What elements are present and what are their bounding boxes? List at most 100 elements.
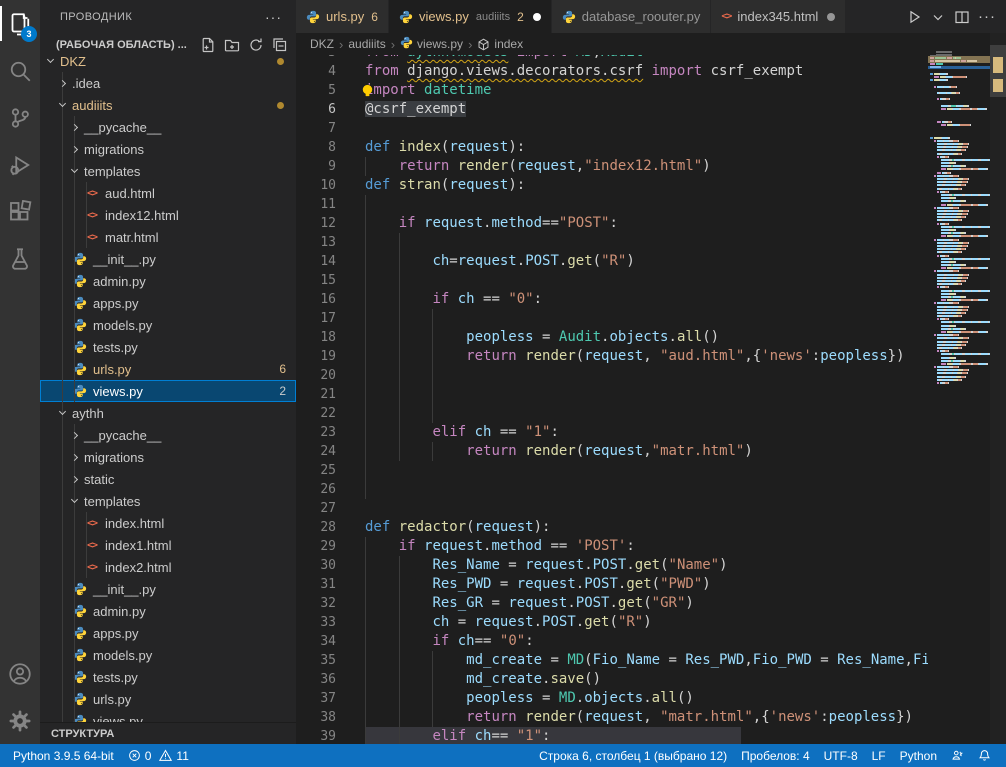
code-line-38[interactable]: 38 return render(request, "matr.html",{'… [296,708,928,727]
lightbulb-icon[interactable] [360,83,375,98]
testing-icon[interactable] [0,235,40,282]
eol-status[interactable]: LF [865,744,893,767]
run-python-file-icon[interactable] [904,7,924,27]
settings-icon[interactable] [0,697,40,744]
notifications-bell-icon[interactable] [971,744,998,767]
outline-section-header[interactable]: СТРУКТУРА [40,722,296,744]
tree-folder--pycache-[interactable]: __pycache__ [40,116,296,138]
code-line-12[interactable]: 12 if request.method=="POST": [296,214,928,233]
tree-folder-dkz[interactable]: DKZ [40,56,296,72]
tree-folder-aythh[interactable]: aythh [40,402,296,424]
code-line-17[interactable]: 17 [296,309,928,328]
code-line-13[interactable]: 13 [296,233,928,252]
tree-file-index-html[interactable]: <>index.html [40,512,296,534]
tree-file-apps-py[interactable]: apps.py [40,622,296,644]
explorer-icon[interactable]: 3 [0,0,40,47]
explorer-more-actions-icon[interactable]: ··· [265,9,282,25]
tab-urls-py[interactable]: urls.py6 [296,0,389,33]
code-line-14[interactable]: 14 ch=request.POST.get("R") [296,252,928,271]
indentation-status[interactable]: Пробелов: 4 [734,744,817,767]
dirty-indicator-icon[interactable] [533,13,541,21]
tree-file-index2-html[interactable]: <>index2.html [40,556,296,578]
tree-folder-templates[interactable]: templates [40,490,296,512]
code-line-4[interactable]: 4from django.views.decorators.csrf impor… [296,62,928,81]
code-line-6[interactable]: 6@csrf_exempt [296,100,928,119]
tree-file-models-py[interactable]: models.py [40,314,296,336]
tree-file-apps-py[interactable]: apps.py [40,292,296,314]
run-dropdown-icon[interactable] [928,7,948,27]
feedback-icon[interactable] [944,744,971,767]
editor-scrollbar[interactable] [990,33,1006,744]
tree-file-urls-py[interactable]: urls.py6 [40,358,296,380]
breadcrumb-item-views-py[interactable]: views.py [400,36,463,52]
tab-views-py[interactable]: views.pyaudiiits2 [389,0,552,33]
tree-file-tests-py[interactable]: tests.py [40,666,296,688]
code-line-33[interactable]: 33 ch = request.POST.get("R") [296,613,928,632]
tree-file-index12-html[interactable]: <>index12.html [40,204,296,226]
tree-file-views-py[interactable]: views.py [40,710,296,722]
tree-file-aud-html[interactable]: <>aud.html [40,182,296,204]
tree-file-admin-py[interactable]: admin.py [40,270,296,292]
code-line-16[interactable]: 16 if ch == "0": [296,290,928,309]
tab-index345-html[interactable]: <>index345.html [711,0,846,33]
tab-database-roouter-py[interactable]: database_roouter.py [552,0,712,33]
code-line-21[interactable]: 21 [296,385,928,404]
code-line-32[interactable]: 32 Res_GR = request.POST.get("GR") [296,594,928,613]
tree-file--init-py[interactable]: __init__.py [40,248,296,270]
code-line-19[interactable]: 19 return render(request, "aud.html",{'n… [296,347,928,366]
breadcrumb-item-index[interactable]: index [477,37,523,51]
split-editor-icon[interactable] [952,7,972,27]
encoding-status[interactable]: UTF-8 [817,744,865,767]
code-line-20[interactable]: 20 [296,366,928,385]
tree-folder-static[interactable]: static [40,468,296,490]
run-and-debug-icon[interactable] [0,141,40,188]
code-line-34[interactable]: 34 if ch== "0": [296,632,928,651]
code-line-3[interactable]: 3from aythh.models import MD,Audit [296,55,928,62]
code-line-27[interactable]: 27 [296,499,928,518]
search-icon[interactable] [0,47,40,94]
breadcrumb-item-audiiits[interactable]: audiiits [348,37,385,51]
tree-file-urls-py[interactable]: urls.py [40,688,296,710]
code-line-5[interactable]: 5import datetime [296,81,928,100]
tree-folder-audiiits[interactable]: audiiits [40,94,296,116]
code-line-11[interactable]: 11 [296,195,928,214]
extensions-icon[interactable] [0,188,40,235]
tree-folder--idea[interactable]: .idea [40,72,296,94]
python-interpreter[interactable]: Python 3.9.5 64-bit [6,744,121,767]
collapse-folders-icon[interactable] [272,37,288,53]
tree-folder-migrations[interactable]: migrations [40,446,296,468]
tree-file-admin-py[interactable]: admin.py [40,600,296,622]
code-line-7[interactable]: 7 [296,119,928,138]
workspace-section-header[interactable]: (РАБОЧАЯ ОБЛАСТЬ) ... [40,33,296,56]
code-line-15[interactable]: 15 [296,271,928,290]
breadcrumb-item-dkz[interactable]: DKZ [310,37,334,51]
tree-file-tests-py[interactable]: tests.py [40,336,296,358]
code-line-36[interactable]: 36 md_create.save() [296,670,928,689]
code-line-37[interactable]: 37 peopless = MD.objects.all() [296,689,928,708]
code-line-30[interactable]: 30 Res_Name = request.POST.get("Name") [296,556,928,575]
tree-folder-migrations[interactable]: migrations [40,138,296,160]
tree-folder--pycache-[interactable]: __pycache__ [40,424,296,446]
tree-file-index1-html[interactable]: <>index1.html [40,534,296,556]
new-folder-icon[interactable] [224,37,240,53]
code-line-31[interactable]: 31 Res_PWD = request.POST.get("PWD") [296,575,928,594]
dirty-indicator-icon[interactable] [827,13,835,21]
tree-folder-templates[interactable]: templates [40,160,296,182]
code-line-23[interactable]: 23 elif ch == "1": [296,423,928,442]
code-line-39[interactable]: 39 elif ch== "1": [296,727,928,744]
code-editor[interactable]: 3from aythh.models import MD,Audit4from … [296,55,928,744]
code-line-29[interactable]: 29 if request.method == 'POST': [296,537,928,556]
language-mode[interactable]: Python [893,744,944,767]
minimap[interactable] [928,33,990,744]
account-icon[interactable] [0,650,40,697]
tree-file--init-py[interactable]: __init__.py [40,578,296,600]
problems-status[interactable]: 011 [121,744,196,767]
code-line-18[interactable]: 18 peopless = Audit.objects.all() [296,328,928,347]
tree-file-matr-html[interactable]: <>matr.html [40,226,296,248]
code-line-8[interactable]: 8def index(request): [296,138,928,157]
tree-file-views-py[interactable]: views.py2 [40,380,296,402]
more-actions[interactable]: ··· [976,6,998,27]
code-line-9[interactable]: 9 return render(request,"index12.html") [296,157,928,176]
source-control-icon[interactable] [0,94,40,141]
new-file-icon[interactable] [200,37,216,53]
